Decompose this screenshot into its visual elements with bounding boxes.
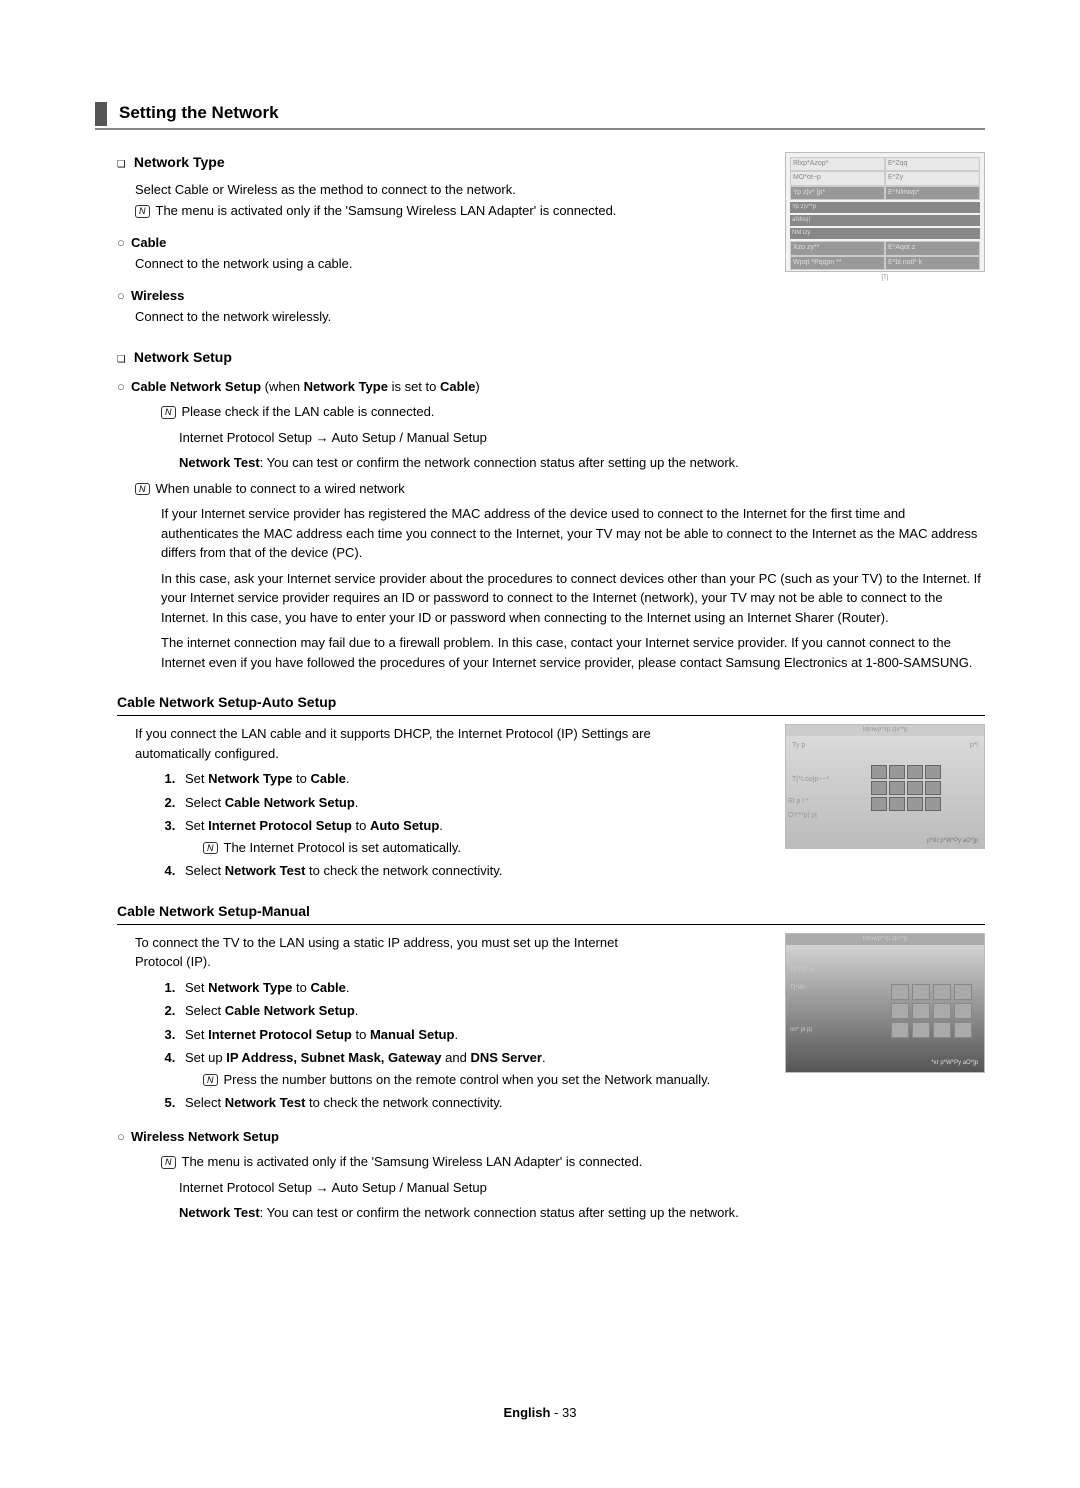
- network-setup-heading: ❑ Network Setup: [117, 347, 985, 369]
- figure-auto-setup: Nlmwp*Yp z|v**p Ty p p*l T[*Loo|p~~* Rl …: [785, 724, 985, 849]
- wireless-option: ○Wireless: [117, 286, 985, 306]
- cable-setup-line2: Internet Protocol Setup → Auto Setup / M…: [179, 428, 985, 448]
- figure-manual-setup: Nlmwp*Yp z|v**p Ty p|yp *[|z znzw**p ~ l…: [785, 933, 985, 1073]
- trouble-p3: The internet connection may fail due to …: [161, 633, 985, 672]
- auto-setup-heading: Cable Network Setup-Auto Setup: [117, 692, 985, 716]
- wireless-setup-line2: Internet Protocol Setup → Auto Setup / M…: [179, 1178, 985, 1198]
- page-footer: English - 33: [95, 1403, 985, 1423]
- auto-step-4: Select Network Test to check the network…: [179, 861, 985, 881]
- cable-network-setup-title: ○Cable Network Setup (when Network Type …: [117, 377, 985, 397]
- manual-setup-heading: Cable Network Setup-Manual: [117, 901, 985, 925]
- footer-page-number: 33: [562, 1405, 576, 1420]
- note-icon: N: [135, 205, 150, 218]
- section-title: Setting the Network: [119, 100, 279, 128]
- figure-network-menu: Rlxp*Azop*E*Zqq MO*ot~pE*Zy Yp z|v* [p*E…: [785, 152, 985, 272]
- footer-language: English: [504, 1405, 551, 1420]
- header-bar-icon: [95, 102, 107, 126]
- cable-setup-line3: Network Test: You can test or confirm th…: [179, 453, 985, 473]
- wired-trouble-note: NWhen unable to connect to a wired netwo…: [135, 479, 985, 499]
- note-icon: N: [161, 406, 176, 419]
- manual-setup-intro: To connect the TV to the LAN using a sta…: [135, 933, 655, 972]
- wireless-network-setup-title: ○Wireless Network Setup: [117, 1127, 985, 1147]
- wireless-setup-note: NThe menu is activated only if the 'Sams…: [161, 1152, 985, 1172]
- trouble-p1: If your Internet service provider has re…: [161, 504, 985, 563]
- cable-setup-note1: NPlease check if the LAN cable is connec…: [161, 402, 985, 422]
- manual-step-5: Select Network Test to check the network…: [179, 1093, 985, 1113]
- wireless-setup-line3: Network Test: You can test or confirm th…: [179, 1203, 985, 1223]
- note-icon: N: [135, 483, 150, 496]
- note-icon: N: [161, 1156, 176, 1169]
- note-icon: N: [203, 1074, 218, 1087]
- wireless-desc: Connect to the network wirelessly.: [135, 307, 985, 327]
- auto-setup-intro: If you connect the LAN cable and it supp…: [135, 724, 655, 763]
- trouble-p2: In this case, ask your Internet service …: [161, 569, 985, 628]
- note-icon: N: [203, 842, 218, 855]
- section-header: Setting the Network: [95, 100, 985, 130]
